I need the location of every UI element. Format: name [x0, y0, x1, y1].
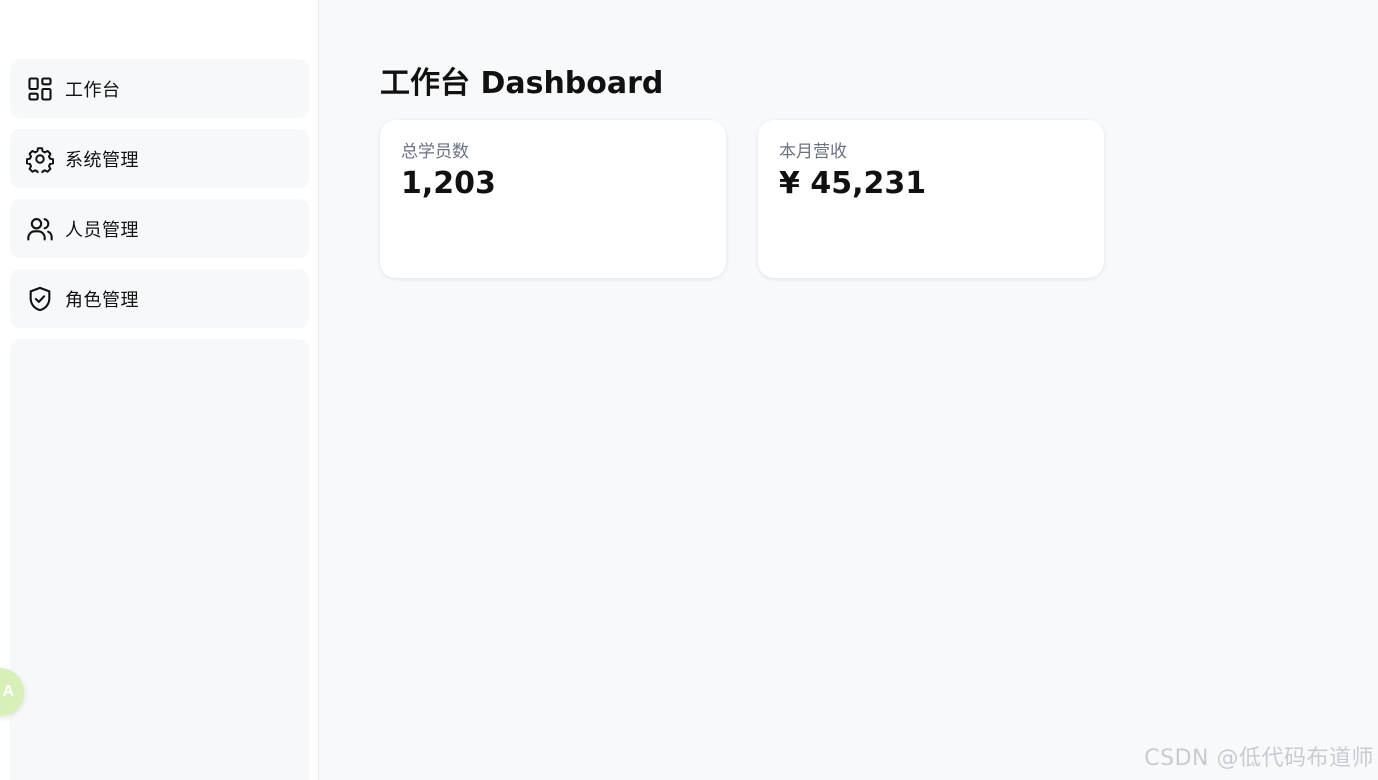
stat-card-total-students: 总学员数 1,203	[380, 120, 726, 278]
watermark: CSDN @低代码布道师	[1144, 746, 1374, 771]
main-content: 工作台 Dashboard 总学员数 1,203 本月营收 ¥ 45,231 C…	[319, 0, 1378, 780]
stat-card-monthly-revenue: 本月营收 ¥ 45,231	[758, 120, 1104, 278]
floating-button-glyph: A	[2, 683, 14, 700]
sidebar-item-dashboard[interactable]: 工作台	[10, 59, 309, 118]
sidebar-item-system-management[interactable]: 系统管理	[10, 129, 309, 188]
sidebar-item-role-management[interactable]: 角色管理	[10, 269, 309, 328]
stat-value: ¥ 45,231	[779, 166, 927, 201]
stat-value: 1,203	[401, 166, 496, 201]
shield-check-icon	[26, 285, 54, 313]
sidebar-item-label: 人员管理	[65, 219, 139, 241]
stat-label: 本月营收	[779, 142, 847, 162]
sidebar-item-label: 工作台	[65, 79, 121, 101]
sidebar-item-label: 角色管理	[65, 289, 139, 311]
sidebar-item-personnel-management[interactable]: 人员管理	[10, 199, 309, 258]
app-window: 工作台 系统管理 人员管理 角色管理 A 工作台 Dashboard 总学员数 …	[0, 0, 1378, 780]
dashboard-grid-icon	[26, 75, 54, 103]
page-title: 工作台 Dashboard	[380, 66, 664, 101]
users-icon	[26, 215, 54, 243]
sidebar-item-label: 系统管理	[65, 149, 139, 171]
sidebar: 工作台 系统管理 人员管理 角色管理 A	[0, 0, 319, 780]
gear-icon	[26, 145, 54, 173]
stat-label: 总学员数	[401, 142, 469, 162]
sidebar-empty-panel	[10, 339, 309, 780]
